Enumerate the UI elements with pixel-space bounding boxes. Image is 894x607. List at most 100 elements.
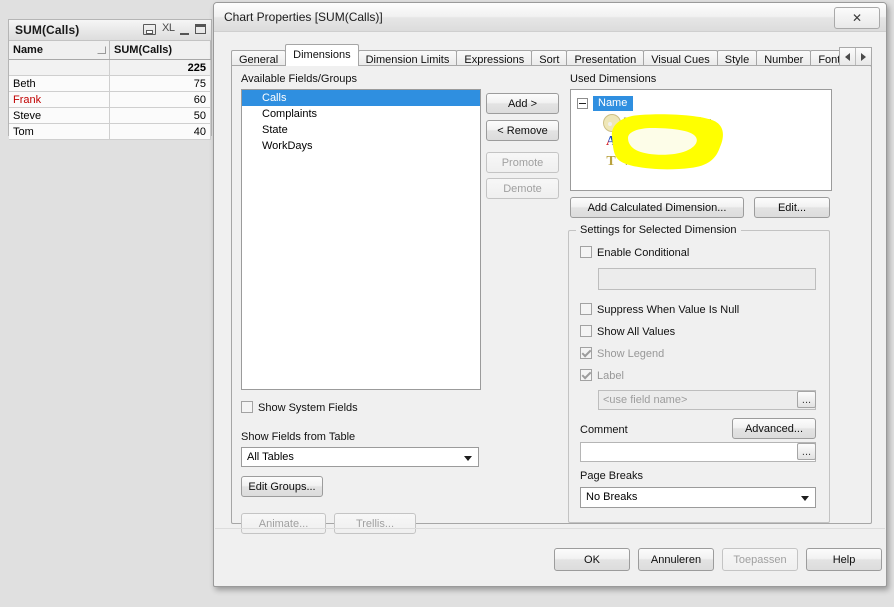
- table-filter-dropdown[interactable]: All Tables: [241, 447, 479, 467]
- edit-dimension-button[interactable]: Edit...: [754, 197, 830, 218]
- text-format-icon: T: [606, 154, 616, 169]
- checkbox-label: Show All Values: [597, 326, 676, 338]
- comment-input[interactable]: [580, 442, 816, 462]
- minimize-icon[interactable]: [180, 24, 189, 35]
- row-name-cell[interactable]: Beth: [9, 75, 111, 92]
- row-value-cell: 60: [109, 91, 211, 108]
- promote-button: Promote: [486, 152, 559, 173]
- show-system-fields-checkbox[interactable]: Show System Fields: [241, 401, 358, 414]
- chart-object-caption-icons: XL: [143, 23, 206, 35]
- checkbox-label: Label: [597, 370, 624, 382]
- list-item-complaints[interactable]: Complaints: [242, 106, 480, 122]
- chevron-down-icon: [464, 456, 472, 461]
- chart-object-caption: SUM(Calls) XL: [9, 20, 211, 41]
- comment-browse-button[interactable]: ...: [797, 443, 816, 460]
- row-value-cell: 75: [109, 75, 211, 92]
- checkbox-label: Show System Fields: [258, 402, 358, 414]
- collapse-icon[interactable]: [577, 98, 588, 109]
- dialog-titlebar[interactable]: Chart Properties [SUM(Calls)] ✕: [214, 3, 886, 32]
- close-glyph: ✕: [851, 11, 863, 25]
- add-button[interactable]: Add >: [486, 93, 559, 114]
- tab-scroll-left-button[interactable]: [840, 48, 856, 65]
- tree-item-label: Text Color: [623, 136, 673, 148]
- background-chart-object[interactable]: SUM(Calls) XL Name SUM(Calls) 225 Beth 7…: [8, 19, 212, 140]
- table-body: 225 Beth 75 Frank 60 Steve 50 Tom 40: [9, 59, 211, 140]
- edit-groups-button[interactable]: Edit Groups...: [241, 476, 323, 497]
- apply-button: Toepassen: [722, 548, 798, 571]
- excel-export-icon[interactable]: XL: [162, 23, 175, 35]
- list-item-state[interactable]: State: [242, 122, 480, 138]
- tree-item-background-color[interactable]: Background Color: [577, 112, 825, 132]
- checkbox-box: [580, 369, 592, 381]
- tab-scroll-right-button[interactable]: [856, 48, 871, 65]
- checkbox-label: Show Legend: [597, 348, 665, 360]
- tree-node-label: Name: [593, 96, 634, 111]
- label-field-input[interactable]: <use field name>: [598, 390, 816, 410]
- demote-button: Demote: [486, 178, 559, 199]
- chart-properties-dialog: Chart Properties [SUM(Calls)] ✕ General …: [213, 2, 887, 587]
- sort-indicator-icon: [97, 46, 107, 54]
- page-breaks-dropdown[interactable]: No Breaks: [580, 487, 816, 508]
- row-value-cell: 40: [109, 123, 211, 140]
- maximize-icon[interactable]: [195, 24, 206, 34]
- print-icon[interactable]: [143, 23, 156, 35]
- list-item-workdays[interactable]: WorkDays: [242, 138, 480, 154]
- table-row[interactable]: Steve 50: [9, 107, 211, 124]
- comment-label: Comment: [580, 424, 628, 436]
- table-row[interactable]: Frank 60: [9, 91, 211, 108]
- chart-object-title: SUM(Calls): [15, 23, 80, 37]
- dialog-body: General Dimensions Dimension Limits Expr…: [214, 31, 886, 586]
- checkbox-box: [580, 347, 592, 359]
- table-total-row: 225: [9, 59, 211, 76]
- suppress-when-value-is-null-checkbox[interactable]: Suppress When Value Is Null: [580, 303, 739, 316]
- ok-button[interactable]: OK: [554, 548, 630, 571]
- row-name-cell[interactable]: Tom: [9, 123, 111, 140]
- show-all-values-checkbox[interactable]: Show All Values: [580, 325, 675, 338]
- remove-button[interactable]: < Remove: [486, 120, 559, 141]
- total-value-cell: 225: [109, 59, 211, 76]
- tab-scroll-controls: [839, 47, 872, 66]
- used-dimensions-tree[interactable]: Name Background Color A Text Color T Tex…: [570, 89, 832, 191]
- text-color-icon: A: [603, 134, 619, 150]
- row-name-cell[interactable]: Steve: [9, 107, 111, 124]
- footer-divider: [215, 528, 885, 529]
- chevron-left-icon: [845, 52, 850, 61]
- help-button[interactable]: Help: [806, 548, 882, 571]
- dialog-footer: OK Annuleren Toepassen Help: [214, 528, 886, 586]
- add-calculated-dimension-button[interactable]: Add Calculated Dimension...: [570, 197, 744, 218]
- settings-group-title: Settings for Selected Dimension: [576, 224, 741, 236]
- total-label-cell: [9, 59, 111, 76]
- advanced-button[interactable]: Advanced...: [732, 418, 816, 439]
- column-header-sum-calls[interactable]: SUM(Calls): [109, 41, 211, 60]
- tree-item-label: Text Format: [623, 156, 682, 168]
- tree-item-text-color[interactable]: A Text Color: [577, 132, 825, 152]
- enable-conditional-checkbox[interactable]: Enable Conditional: [580, 246, 689, 259]
- available-fields-label: Available Fields/Groups: [241, 73, 357, 85]
- close-icon[interactable]: ✕: [834, 7, 880, 29]
- dimensions-tab-page: Available Fields/Groups Calls Complaints…: [231, 65, 872, 534]
- conditional-expression-input[interactable]: [598, 268, 816, 290]
- available-fields-list[interactable]: Calls Complaints State WorkDays: [241, 89, 481, 390]
- tab-list: General Dimensions Dimension Limits Expr…: [231, 44, 873, 69]
- label-checkbox: Label: [580, 369, 624, 382]
- list-item-calls[interactable]: Calls: [242, 90, 480, 106]
- table-row[interactable]: Beth 75: [9, 75, 211, 92]
- checkbox-box: [580, 325, 592, 337]
- label-field-browse-button[interactable]: ...: [797, 391, 816, 408]
- tab-dimensions[interactable]: Dimensions: [285, 44, 359, 66]
- tree-node-name[interactable]: Name: [577, 95, 825, 112]
- show-fields-from-table-label: Show Fields from Table: [241, 431, 356, 443]
- row-name-cell[interactable]: Frank: [9, 91, 111, 108]
- used-dimensions-label: Used Dimensions: [570, 73, 657, 85]
- table-row[interactable]: Tom 40: [9, 123, 211, 140]
- checkbox-box: [580, 246, 592, 258]
- tree-root-container: Name Background Color A Text Color T Tex…: [571, 90, 831, 190]
- checkbox-box: [241, 401, 253, 413]
- tree-item-text-format[interactable]: T Text Format: [577, 152, 825, 172]
- dialog-title: Chart Properties [SUM(Calls)]: [224, 10, 383, 24]
- column-header-name[interactable]: Name: [9, 41, 111, 60]
- chevron-down-icon: [801, 496, 809, 501]
- cancel-button[interactable]: Annuleren: [638, 548, 714, 571]
- show-legend-checkbox: Show Legend: [580, 347, 664, 360]
- tab-strip: General Dimensions Dimension Limits Expr…: [231, 44, 873, 69]
